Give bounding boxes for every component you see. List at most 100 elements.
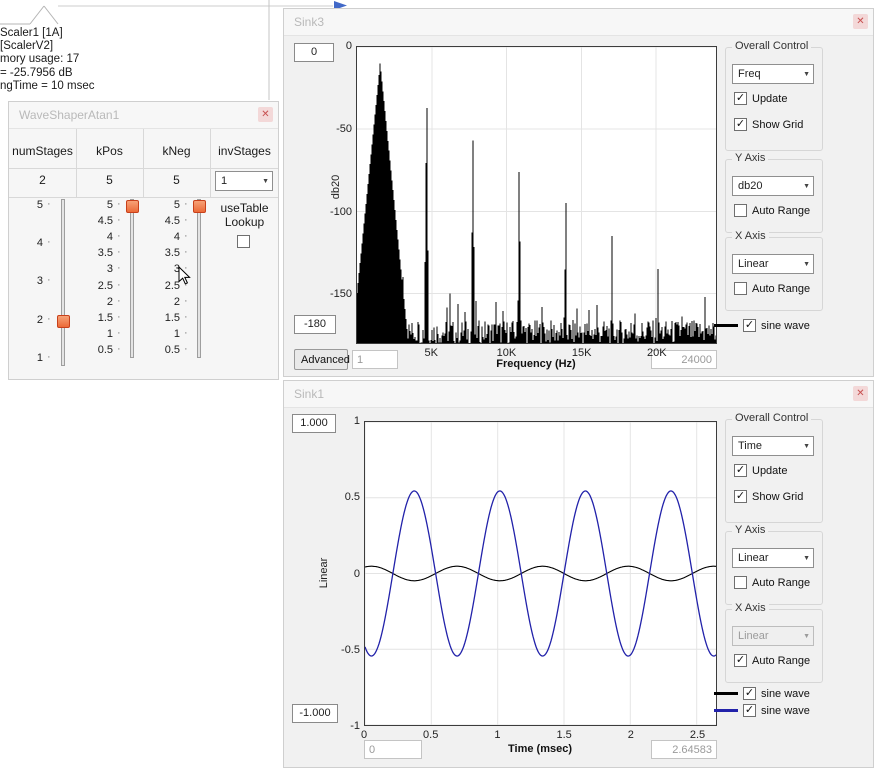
checkbox-icon[interactable]	[734, 204, 747, 217]
show-grid-checkbox-row[interactable]: ✓ Show Grid	[734, 490, 803, 503]
x-axis-title: Time (msec)	[470, 743, 610, 755]
x-tick-label: 1.5	[544, 729, 584, 741]
slider-tick-label: 1	[17, 352, 43, 364]
module-info-line: [ScalerV2]	[0, 40, 95, 53]
overall-mode-dropdown[interactable]: Time ▼	[732, 436, 814, 456]
module-info-line: ngTime = 10 msec	[0, 80, 95, 93]
group-label: X Axis	[732, 602, 769, 614]
x-min-field[interactable]: 1	[352, 350, 398, 369]
slider-tick-label: 4	[154, 231, 180, 243]
y-axis-dropdown[interactable]: Linear ▼	[732, 548, 814, 568]
slider-tick-dot: ·	[117, 279, 121, 291]
slider-tick-dot: ·	[117, 214, 121, 226]
y-axis-dropdown[interactable]: db20 ▼	[732, 176, 814, 196]
x-axis-dropdown[interactable]: Linear ▼	[732, 254, 814, 274]
legend-checkbox[interactable]: ✓	[743, 704, 756, 717]
checkbox-label: Update	[752, 93, 787, 105]
slider-tick-dot: ·	[47, 351, 51, 363]
window-title: Sink1	[294, 387, 324, 401]
x-tick-label: 2.5	[678, 729, 718, 741]
module-info-text: Scaler1 [1A] [ScalerV2] mory usage: 17 =…	[0, 27, 95, 93]
slider-tick-dot: ·	[117, 327, 121, 339]
slider-tick-label: 0.5	[87, 344, 113, 356]
time-plot[interactable]	[364, 421, 717, 726]
slider-tick-label: 5	[87, 199, 113, 211]
titlebar[interactable]: WaveShaperAtan1 ✕	[9, 102, 278, 129]
slider-tick-dot: ·	[184, 327, 188, 339]
module-info-line: = -25.7956 dB	[0, 67, 95, 80]
slider-track[interactable]	[61, 199, 65, 366]
checkbox-icon[interactable]	[734, 282, 747, 295]
x-tick-label: 0	[344, 729, 384, 741]
legend-checkbox[interactable]: ✓	[743, 687, 756, 700]
group-label: Overall Control	[732, 412, 811, 424]
titlebar[interactable]: Sink3 ✕	[284, 9, 873, 36]
chevron-down-icon: ▼	[803, 555, 810, 562]
spectrum-plot[interactable]	[356, 46, 717, 344]
checkbox-icon[interactable]: ✓	[734, 490, 747, 503]
checkbox-icon[interactable]: ✓	[734, 118, 747, 131]
x-max-field[interactable]: 2.64583	[651, 740, 717, 759]
y-tick-label: 0	[322, 40, 352, 52]
chevron-down-icon: ▼	[803, 183, 810, 190]
y-auto-range-row[interactable]: Auto Range	[734, 204, 810, 217]
group-label: X Axis	[732, 230, 769, 242]
checkbox-icon[interactable]	[734, 576, 747, 589]
x-auto-range-row[interactable]: Auto Range	[734, 282, 810, 295]
legend-checkbox[interactable]: ✓	[743, 319, 756, 332]
column-divider	[210, 129, 211, 197]
column-header: numStages	[9, 144, 76, 158]
checkbox-icon[interactable]: ✓	[734, 92, 747, 105]
x-auto-range-row[interactable]: ✓ Auto Range	[734, 654, 810, 667]
x-axis-dropdown[interactable]: Linear ▼	[732, 626, 814, 646]
grid-lines	[357, 47, 716, 343]
close-icon[interactable]: ✕	[258, 107, 273, 122]
slider-tick-label: 4	[87, 231, 113, 243]
dropdown-value: db20	[738, 180, 762, 192]
chevron-down-icon: ▼	[262, 178, 269, 185]
param-value: 5	[143, 173, 210, 187]
x-tick-label: 0.5	[411, 729, 451, 741]
y-axis-title: db20	[330, 175, 342, 199]
show-grid-checkbox-row[interactable]: ✓ Show Grid	[734, 118, 803, 131]
legend-row: ✓sine wave	[714, 702, 874, 719]
checkbox-icon[interactable]: ✓	[734, 464, 747, 477]
chevron-down-icon: ▼	[803, 71, 810, 78]
checkbox-label: Update	[752, 465, 787, 477]
slider-tick-dot: ·	[184, 279, 188, 291]
titlebar[interactable]: Sink1 ✕	[284, 381, 873, 408]
update-checkbox-row[interactable]: ✓ Update	[734, 464, 787, 477]
close-icon[interactable]: ✕	[853, 386, 868, 401]
invstages-dropdown[interactable]: 1 ▼	[215, 171, 273, 191]
slider-tick-dot: ·	[184, 214, 188, 226]
usetable-label: useTable	[211, 201, 278, 215]
slider-handle[interactable]	[57, 315, 70, 328]
update-checkbox-row[interactable]: ✓ Update	[734, 92, 787, 105]
y-auto-range-row[interactable]: Auto Range	[734, 576, 810, 589]
group-overall-control: Overall Control Freq ▼ ✓ Update ✓ Show G…	[725, 47, 823, 151]
legend: ✓sine wave✓sine wave	[714, 685, 874, 719]
y-min-box[interactable]: -180	[294, 315, 336, 334]
slider-track[interactable]	[197, 199, 201, 358]
slider-tick-dot: ·	[117, 262, 121, 274]
slider-handle[interactable]	[193, 200, 206, 213]
y-tick-label: 1	[330, 415, 360, 427]
row-divider	[9, 168, 278, 169]
x-min-field[interactable]: 0	[364, 740, 422, 759]
checkbox-icon[interactable]: ✓	[734, 654, 747, 667]
group-label: Y Axis	[732, 152, 768, 164]
x-axis-title: Frequency (Hz)	[466, 358, 606, 370]
usetable-checkbox[interactable]	[237, 235, 250, 248]
overall-mode-dropdown[interactable]: Freq ▼	[732, 64, 814, 84]
advanced-button[interactable]: Advanced	[294, 349, 348, 370]
slider-handle[interactable]	[126, 200, 139, 213]
module-info-line: Scaler1 [1A]	[0, 27, 95, 40]
param-value: 5	[76, 173, 143, 187]
slider-tick-dot: ·	[47, 236, 51, 248]
slider-tick-label: 2	[17, 314, 43, 326]
close-icon[interactable]: ✕	[853, 14, 868, 29]
slider-track[interactable]	[130, 199, 134, 358]
x-tick-label: 20K	[637, 347, 677, 359]
slider-tick-label: 3.5	[87, 247, 113, 259]
usetable-label: Lookup	[211, 215, 278, 229]
